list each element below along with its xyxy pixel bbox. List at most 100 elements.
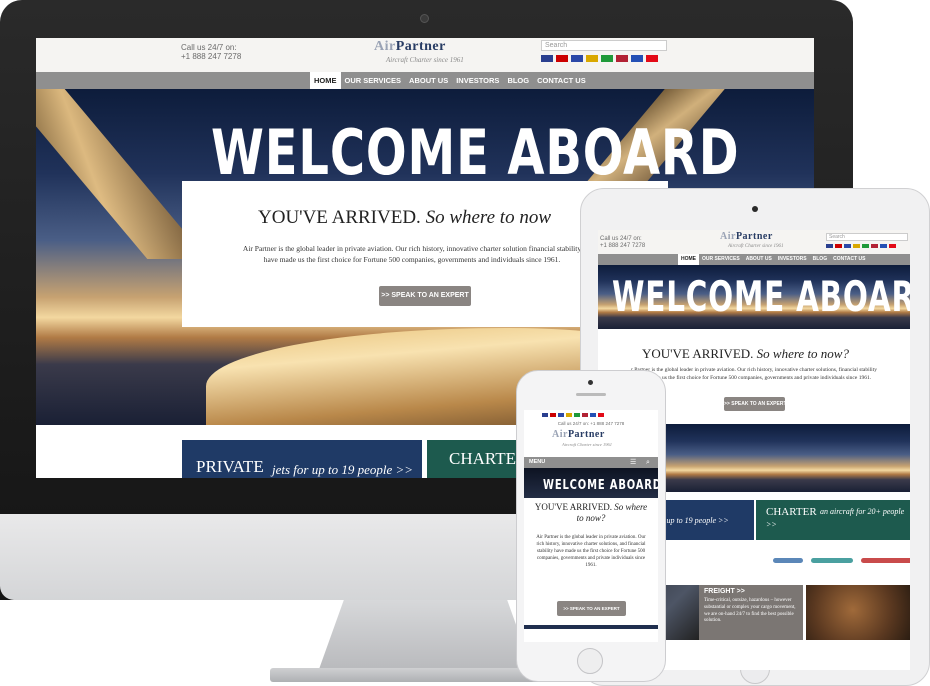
italy-flag[interactable]: [862, 244, 869, 248]
tablet-logo-partner: Partner: [735, 231, 773, 242]
webcam-icon: [420, 14, 429, 23]
germany-flag[interactable]: [550, 413, 556, 417]
tablet-logo-air: Air: [720, 231, 736, 242]
nav-our-services[interactable]: OUR SERVICES: [341, 72, 406, 89]
hero-headline: WELCOME ABOARD: [211, 116, 740, 189]
russia-flag[interactable]: [631, 55, 643, 62]
france-flag[interactable]: [844, 244, 851, 248]
iphone-home-button[interactable]: [577, 648, 603, 674]
iphone-camera-icon: [588, 380, 593, 385]
tablet-nav-blog[interactable]: BLOG: [810, 254, 830, 265]
promo-private-title: PRIVATE: [196, 457, 264, 476]
tablet-logo-tagline: Aircraft Charter since 1961: [728, 244, 784, 249]
france-flag[interactable]: [558, 413, 564, 417]
logo-partner: Partner: [395, 39, 446, 54]
russia-flag[interactable]: [590, 413, 596, 417]
mobile-logo-partner: Partner: [567, 429, 605, 440]
turkey-flag[interactable]: [889, 244, 896, 248]
jet-large: [861, 558, 910, 563]
mobile-speak-to-expert-button[interactable]: >> SPEAK TO AN EXPERT: [557, 601, 626, 616]
turkey-flag[interactable]: [598, 413, 604, 417]
logo-tagline: Aircraft Charter since 1961: [386, 56, 464, 64]
uk-flag[interactable]: [541, 55, 553, 62]
usa-flag[interactable]: [871, 244, 878, 248]
call-label: Call us 24/7 on:: [181, 43, 237, 52]
mobile-logo[interactable]: AirPartner: [552, 429, 605, 440]
mobile-footer-bar: [524, 625, 658, 629]
tablet-nav-investors[interactable]: INVESTORS: [775, 254, 810, 265]
nav-contact-us[interactable]: CONTACT US: [533, 72, 590, 89]
imac-stand: [318, 600, 533, 672]
promo-private-sub: jets for up to 19 people >>: [272, 462, 414, 477]
tablet-call-info: Call us 24/7 on: +1 888 247 7278: [600, 236, 645, 250]
private-jets-promo[interactable]: PRIVATE jets for up to 19 people >>: [182, 440, 422, 478]
main-nav: HOME OUR SERVICES ABOUT US INVESTORS BLO…: [36, 72, 814, 89]
mobile-logo-tagline: Aircraft Charter since 1961: [562, 442, 612, 447]
nav-investors[interactable]: INVESTORS: [452, 72, 503, 89]
search-icon[interactable]: ⌕: [646, 458, 650, 467]
spain-flag[interactable]: [566, 413, 572, 417]
mobile-hero-body: Air Partner is the global leader in priv…: [536, 535, 646, 568]
germany-flag[interactable]: [556, 55, 568, 62]
nav-home[interactable]: HOME: [310, 72, 341, 89]
tablet-arrived-main: YOU'VE ARRIVED.: [642, 346, 754, 361]
usa-flag[interactable]: [616, 55, 628, 62]
italy-flag[interactable]: [574, 413, 580, 417]
tablet-nav: HOME OUR SERVICES ABOUT US INVESTORS BLO…: [598, 254, 910, 265]
freight-promo[interactable]: FREIGHT >> Time-critical, outsize, hazar…: [699, 585, 803, 640]
mobile-call-info[interactable]: Call us 24/7 on: +1 888 247 7278: [524, 421, 658, 426]
search-input[interactable]: Search: [541, 40, 667, 51]
tablet-hero-subheadline: YOU'VE ARRIVED. So where to now?: [642, 346, 849, 362]
ipad-camera-icon: [752, 206, 758, 212]
tablet-phone-number[interactable]: +1 888 247 7278: [600, 243, 645, 250]
nav-about-us[interactable]: ABOUT US: [405, 72, 452, 89]
nav-blog[interactable]: BLOG: [503, 72, 533, 89]
uk-flag[interactable]: [826, 244, 833, 248]
call-info: Call us 24/7 on: +1 888 247 7278: [181, 43, 241, 61]
promo-charter-title: CHARTE: [449, 449, 516, 468]
language-flags: [541, 55, 658, 62]
iphone-speaker: [576, 393, 606, 396]
menu-label[interactable]: MENU: [529, 457, 545, 468]
tablet-nav-home[interactable]: HOME: [678, 254, 699, 265]
tablet-call-label: Call us 24/7 on:: [600, 236, 642, 242]
tablet-promo-charter-sub: an aircraft for 20+ people >>: [766, 507, 905, 529]
fleet-jets: [773, 558, 910, 563]
turkey-flag[interactable]: [646, 55, 658, 62]
arrived-main: YOU'VE ARRIVED.: [258, 207, 421, 228]
russia-flag[interactable]: [880, 244, 887, 248]
hamburger-icon[interactable]: ☰: [630, 459, 636, 466]
france-flag[interactable]: [571, 55, 583, 62]
mobile-hero-headline: WELCOME ABOARD: [543, 478, 658, 493]
tablet-logo[interactable]: AirPartner: [720, 231, 773, 242]
tablet-nav-our-services[interactable]: OUR SERVICES: [699, 254, 743, 265]
hero-body: Air Partner is the global leader in priv…: [242, 244, 582, 264]
freight-body: Time-critical, outsize, hazardous – howe…: [704, 598, 796, 624]
freight-title: FREIGHT >>: [704, 588, 745, 595]
mobile-menu-bar[interactable]: MENU ☰ ⌕: [524, 457, 658, 468]
tablet-speak-to-expert-button[interactable]: >> SPEAK TO AN EXPERT: [724, 397, 787, 411]
tablet-charter-promo[interactable]: CHARTER an aircraft for 20+ people >>: [756, 500, 910, 540]
spain-flag[interactable]: [586, 55, 598, 62]
germany-flag[interactable]: [835, 244, 842, 248]
mobile-logo-air: Air: [552, 429, 568, 440]
tablet-search-input[interactable]: Search: [826, 233, 908, 241]
logo[interactable]: AirPartner: [374, 39, 446, 55]
speak-to-expert-button[interactable]: >> SPEAK TO AN EXPERT: [379, 286, 471, 306]
usa-flag[interactable]: [582, 413, 588, 417]
mobile-site: Call us 24/7 on: +1 888 247 7278 AirPart…: [524, 410, 658, 642]
jet-medium: [811, 558, 853, 563]
mobile-hero-subheadline: YOU'VE ARRIVED. So where to now?: [534, 502, 648, 525]
spain-flag[interactable]: [853, 244, 860, 248]
arrived-italic: So where to now: [425, 207, 551, 228]
logo-air: Air: [374, 39, 396, 54]
mobile-language-flags: [542, 413, 604, 417]
tablet-nav-contact-us[interactable]: CONTACT US: [830, 254, 868, 265]
hero-subheadline: YOU'VE ARRIVED. So where to now: [258, 207, 551, 229]
uk-flag[interactable]: [542, 413, 548, 417]
tablet-nav-about-us[interactable]: ABOUT US: [743, 254, 775, 265]
luggage-image: [806, 585, 910, 640]
phone-number[interactable]: +1 888 247 7278: [181, 52, 241, 61]
jet-small: [773, 558, 803, 563]
italy-flag[interactable]: [601, 55, 613, 62]
